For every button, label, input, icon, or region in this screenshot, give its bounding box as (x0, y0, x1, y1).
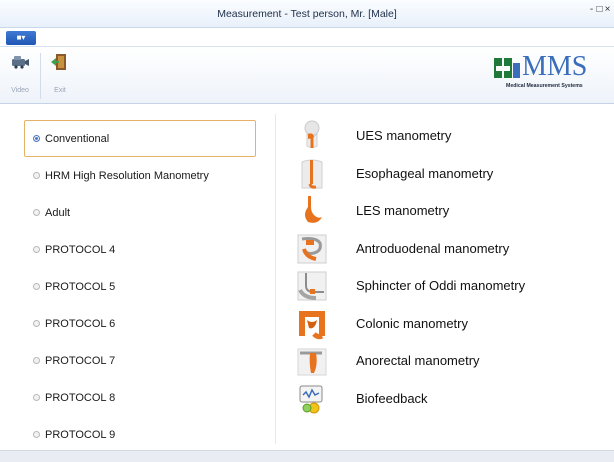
colon-icon (299, 310, 325, 339)
ribbon-toolbar: Video Exit MMS Medical Measurement Syste… (0, 46, 614, 104)
test-colonic-manometry[interactable]: Colonic manometry (296, 306, 606, 344)
test-label: UES manometry (356, 128, 452, 143)
biofeedback-icon (299, 385, 323, 413)
window-title: Measurement - Test person, Mr. [Male] (217, 8, 397, 20)
test-esophageal-manometry[interactable]: Esophageal manometry (296, 156, 606, 194)
protocol-list: Conventional HRM High Resolution Manomet… (24, 120, 258, 453)
test-biofeedback[interactable]: Biofeedback (296, 381, 606, 419)
protocol-option-7[interactable]: PROTOCOL 7 (24, 342, 256, 379)
protocol-label: PROTOCOL 7 (45, 355, 116, 367)
biliary-icon (297, 271, 327, 301)
video-button[interactable]: Video (4, 51, 36, 101)
logo-subtitle: Medical Measurement Systems (506, 83, 583, 89)
test-label: Antroduodenal manometry (356, 240, 510, 256)
radio[interactable] (33, 172, 40, 179)
video-button-label: Video (11, 87, 29, 94)
minimize-button[interactable]: - (588, 4, 596, 15)
test-label: Biofeedback (356, 390, 428, 406)
exit-button-label: Exit (54, 87, 66, 94)
protocol-label: PROTOCOL 8 (45, 392, 116, 404)
protocol-option-conventional[interactable]: Conventional (24, 120, 256, 157)
radio[interactable] (33, 283, 40, 290)
protocol-option-8[interactable]: PROTOCOL 8 (24, 379, 256, 416)
test-les-manometry[interactable]: LES manometry (296, 193, 606, 231)
protocol-option-6[interactable]: PROTOCOL 6 (24, 305, 256, 342)
test-label: Sphincter of Oddi manometry (356, 278, 526, 293)
logo-brand: MMS (522, 51, 588, 82)
exit-button[interactable]: Exit (44, 51, 76, 101)
test-label: LES manometry (356, 203, 450, 218)
protocol-label: PROTOCOL 5 (45, 281, 116, 293)
protocol-label: PROTOCOL 6 (45, 318, 116, 330)
test-ues-manometry[interactable]: UES manometry (296, 118, 606, 156)
protocol-option-9[interactable]: PROTOCOL 9 (24, 416, 256, 453)
panel-divider (275, 114, 276, 444)
mms-logo-mark (494, 58, 520, 78)
ribbon-divider (40, 53, 41, 99)
protocol-option-5[interactable]: PROTOCOL 5 (24, 268, 256, 305)
radio[interactable] (33, 431, 40, 438)
throat-icon (304, 120, 320, 148)
close-button[interactable]: × (604, 4, 612, 15)
measurement-type-list: UES manometry Esophageal manometry LES m… (296, 118, 606, 418)
protocol-label: Conventional (45, 133, 110, 145)
app-menu-button[interactable]: ■▾ (6, 31, 36, 45)
protocol-label: PROTOCOL 9 (45, 429, 116, 441)
rectum-icon (297, 348, 327, 376)
protocol-label: HRM High Resolution Manometry (45, 170, 209, 182)
title-bar: Measurement - Test person, Mr. [Male] - □… (0, 0, 614, 28)
test-sphincter-of-oddi-manometry[interactable]: Sphincter of Oddi manometry (296, 268, 606, 306)
stomach-icon (305, 196, 322, 223)
radio[interactable] (33, 246, 40, 253)
radio[interactable] (33, 320, 40, 327)
radio[interactable] (33, 357, 40, 364)
window-controls: - □× (588, 4, 612, 15)
protocol-option-hrm[interactable]: HRM High Resolution Manometry (24, 157, 256, 194)
mms-logo: MMS Medical Measurement Systems (492, 53, 610, 89)
test-anorectal-manometry[interactable]: Anorectal manometry (296, 343, 606, 381)
radio-selected[interactable] (33, 135, 40, 142)
protocol-option-adult[interactable]: Adult (24, 194, 256, 231)
exit-door-icon (51, 54, 66, 70)
maximize-button[interactable]: □ (596, 4, 604, 15)
test-label: Esophageal manometry (356, 165, 494, 181)
protocol-label: Adult (45, 207, 71, 219)
esophagus-icon (301, 159, 323, 189)
test-label: Colonic manometry (356, 315, 468, 331)
protocol-label: PROTOCOL 4 (45, 244, 116, 256)
test-antroduodenal-manometry[interactable]: Antroduodenal manometry (296, 231, 606, 269)
radio[interactable] (33, 394, 40, 401)
duodenum-icon (297, 234, 327, 263)
test-label: Anorectal manometry (356, 353, 480, 368)
radio[interactable] (33, 209, 40, 216)
main-content: Conventional HRM High Resolution Manomet… (0, 104, 614, 450)
protocol-option-4[interactable]: PROTOCOL 4 (24, 231, 256, 268)
status-bar (0, 450, 614, 462)
video-camera-icon (12, 56, 29, 69)
